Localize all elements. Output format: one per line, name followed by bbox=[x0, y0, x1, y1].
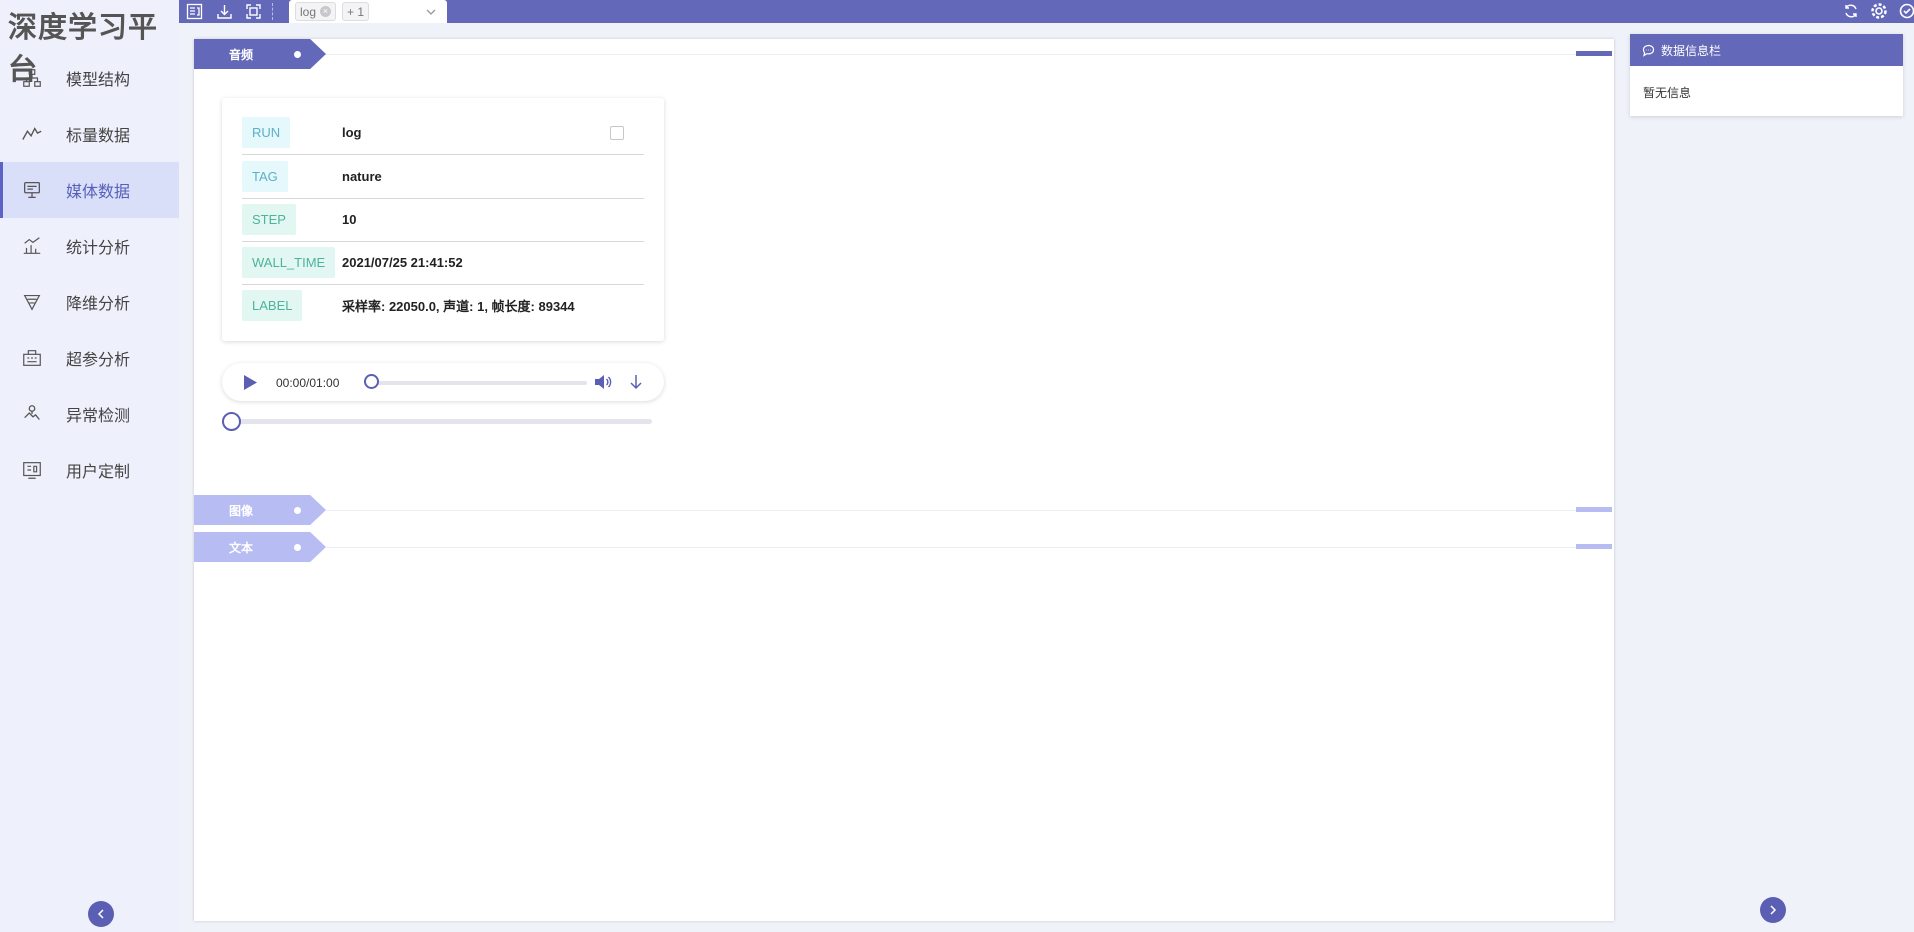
info-value: 2021/07/25 21:41:52 bbox=[342, 255, 463, 270]
info-value: log bbox=[342, 125, 362, 140]
info-key: RUN bbox=[242, 117, 291, 148]
close-icon[interactable]: × bbox=[320, 6, 332, 17]
step-slider-track[interactable] bbox=[234, 419, 652, 424]
section-tag-text[interactable]: 文本 bbox=[194, 532, 326, 562]
section-title: 音频 bbox=[229, 47, 254, 62]
sidebar-item-label: 降维分析 bbox=[66, 296, 131, 313]
select-checkbox[interactable] bbox=[610, 126, 624, 140]
volume-icon[interactable] bbox=[594, 374, 612, 395]
section-toggle-bar[interactable] bbox=[1576, 507, 1612, 512]
info-row-wall-time: WALL_TIME 2021/07/25 21:41:52 bbox=[242, 241, 644, 285]
sidebar-item-statistics[interactable]: 统计分析 bbox=[0, 218, 179, 274]
info-panel-title: 数据信息栏 bbox=[1661, 43, 1722, 58]
info-key: TAG bbox=[242, 161, 288, 192]
dimension-reduction-icon bbox=[20, 290, 44, 314]
info-value: 10 bbox=[342, 212, 357, 227]
section-divider bbox=[326, 54, 1612, 55]
sidebar-item-hyperparam[interactable]: 超参分析 bbox=[0, 330, 179, 386]
step-slider-handle[interactable] bbox=[222, 412, 241, 431]
download-audio-icon[interactable] bbox=[628, 373, 644, 396]
info-row-label: LABEL 采样率: 22050.0, 声道: 1, 帧长度: 89344 bbox=[242, 284, 644, 327]
sidebar: 深度学习平台 模型结构 标量数据 媒体数据 统计分析 降维分析 超参分析 异常检… bbox=[0, 0, 179, 932]
info-row-tag: TAG nature bbox=[242, 155, 644, 199]
info-panel-body: 暂无信息 bbox=[1643, 86, 1692, 100]
run-more-chip: + 1 bbox=[342, 2, 370, 21]
section-tag-image[interactable]: 图像 bbox=[194, 495, 326, 525]
run-manage-icon[interactable] bbox=[185, 2, 204, 21]
data-info-panel: 数据信息栏 暂无信息 bbox=[1630, 34, 1903, 116]
sidebar-collapse-button[interactable] bbox=[88, 901, 114, 927]
info-key: LABEL bbox=[242, 290, 303, 321]
checkmark-icon[interactable] bbox=[1897, 1, 1914, 21]
statistics-icon bbox=[20, 234, 44, 258]
info-row-step: STEP 10 bbox=[242, 198, 644, 242]
sidebar-item-media-data[interactable]: 媒体数据 bbox=[0, 162, 179, 218]
run-chip-label: log bbox=[300, 4, 317, 19]
playback-progress-handle[interactable] bbox=[364, 374, 379, 389]
sidebar-item-label: 模型结构 bbox=[66, 72, 131, 89]
info-key: WALL_TIME bbox=[242, 247, 336, 278]
section-dot bbox=[294, 544, 301, 551]
sidebar-item-custom[interactable]: 用户定制 bbox=[0, 442, 179, 498]
top-toolbar: log × + 1 bbox=[179, 0, 1914, 23]
section-title: 图像 bbox=[229, 503, 254, 518]
anomaly-icon bbox=[20, 402, 44, 426]
sidebar-item-anomaly[interactable]: 异常检测 bbox=[0, 386, 179, 442]
chevron-left-icon bbox=[95, 908, 107, 920]
hyperparam-icon bbox=[20, 346, 44, 370]
playback-progress-track[interactable] bbox=[372, 381, 587, 385]
run-select[interactable]: log × + 1 bbox=[289, 0, 447, 23]
section-dot bbox=[294, 51, 301, 58]
sidebar-item-label: 统计分析 bbox=[66, 240, 131, 257]
play-icon[interactable] bbox=[242, 374, 258, 396]
run-chip[interactable]: log × bbox=[295, 2, 337, 21]
sidebar-item-label: 超参分析 bbox=[66, 352, 131, 369]
section-toggle-bar[interactable] bbox=[1576, 51, 1612, 56]
sidebar-item-label: 标量数据 bbox=[66, 128, 131, 145]
sidebar-nav: 模型结构 标量数据 媒体数据 统计分析 降维分析 超参分析 异常检测 用户定制 bbox=[0, 50, 179, 498]
toolbar-divider bbox=[272, 3, 273, 20]
section-dot bbox=[294, 507, 301, 514]
info-value: nature bbox=[342, 169, 382, 184]
fullscreen-icon[interactable] bbox=[244, 2, 263, 21]
media-monitor-icon bbox=[20, 178, 44, 202]
section-divider bbox=[326, 547, 1612, 548]
chat-bubble-icon bbox=[1642, 44, 1655, 57]
info-key: STEP bbox=[242, 204, 296, 235]
media-main-panel: 音频 RUN log TAG nature STEP 10 WALL_TIME … bbox=[194, 39, 1614, 921]
info-row-run: RUN log bbox=[242, 111, 644, 155]
chevron-down-icon[interactable] bbox=[425, 5, 437, 23]
gear-icon[interactable] bbox=[1869, 1, 1889, 21]
section-title: 文本 bbox=[229, 540, 254, 555]
custom-icon bbox=[20, 458, 44, 482]
audio-info-card: RUN log TAG nature STEP 10 WALL_TIME 202… bbox=[222, 98, 664, 341]
sidebar-item-model-structure[interactable]: 模型结构 bbox=[0, 50, 179, 106]
info-panel-expand-button[interactable] bbox=[1760, 897, 1786, 923]
playback-time: 00:00/01:00 bbox=[276, 376, 340, 390]
model-structure-icon bbox=[20, 66, 44, 90]
chevron-right-icon bbox=[1767, 904, 1779, 916]
refresh-icon[interactable] bbox=[1841, 1, 1861, 21]
sidebar-item-label: 用户定制 bbox=[66, 464, 131, 481]
info-panel-header: 数据信息栏 bbox=[1630, 34, 1903, 66]
audio-player: 00:00/01:00 bbox=[222, 363, 664, 401]
scalar-chart-icon bbox=[20, 122, 44, 146]
section-tag-audio[interactable]: 音频 bbox=[194, 39, 326, 69]
section-toggle-bar[interactable] bbox=[1576, 544, 1612, 549]
info-value: 采样率: 22050.0, 声道: 1, 帧长度: 89344 bbox=[342, 299, 575, 314]
sidebar-item-label: 异常检测 bbox=[66, 408, 131, 425]
sidebar-item-scalar-data[interactable]: 标量数据 bbox=[0, 106, 179, 162]
sidebar-item-label: 媒体数据 bbox=[66, 184, 131, 201]
sidebar-item-dimension-reduction[interactable]: 降维分析 bbox=[0, 274, 179, 330]
section-divider bbox=[326, 510, 1612, 511]
download-icon[interactable] bbox=[215, 2, 234, 21]
